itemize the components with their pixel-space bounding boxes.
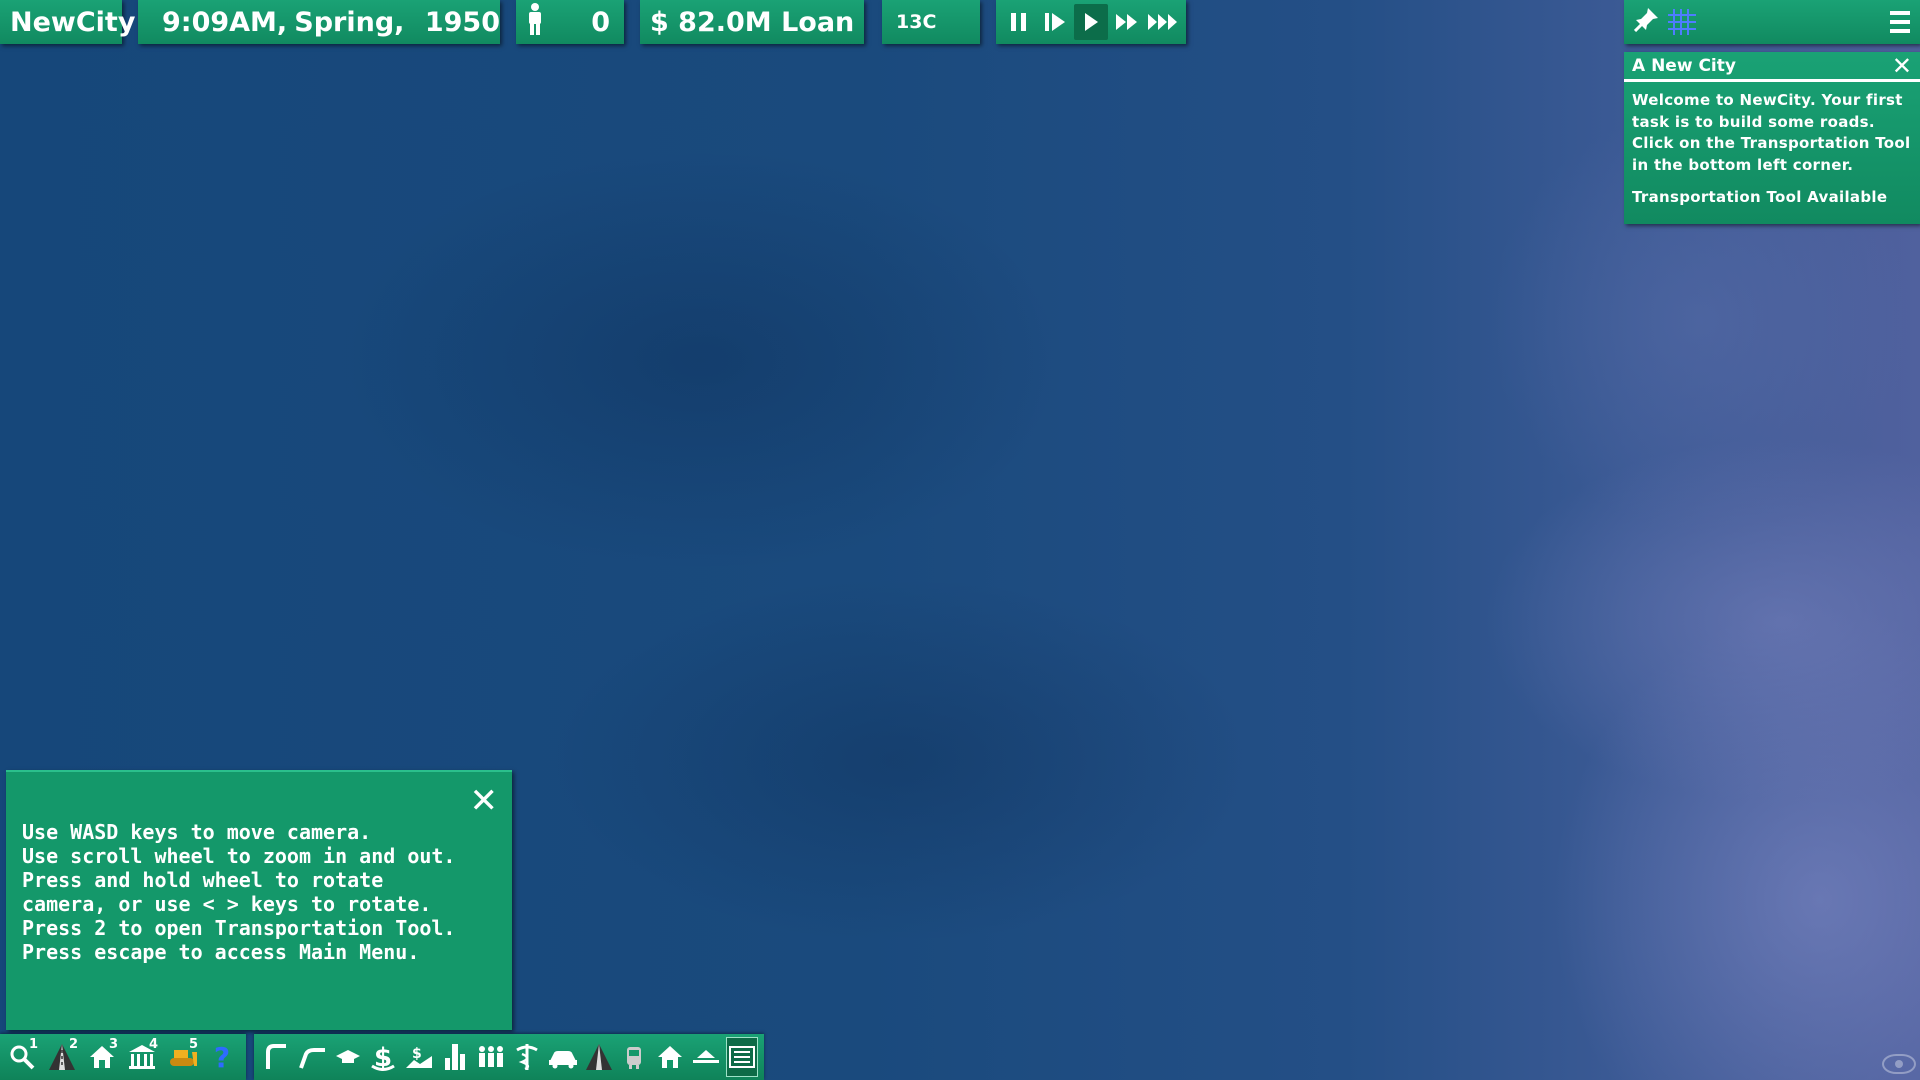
hotkey-label: 4 — [148, 1037, 158, 1052]
top-right-toolbar — [1624, 0, 1920, 44]
play-button[interactable] — [1074, 4, 1108, 40]
query-tool-icon[interactable]: 1 — [4, 1037, 40, 1077]
fast-forward-button[interactable] — [1110, 4, 1144, 40]
temperature-label: 13C — [896, 11, 937, 33]
density-icon[interactable] — [439, 1037, 471, 1077]
housing-icon[interactable] — [654, 1037, 686, 1077]
year-label: 1950 — [424, 6, 500, 38]
population-count: 0 — [591, 6, 610, 38]
flood-icon[interactable] — [690, 1037, 722, 1077]
primary-toolbar: 1 2 3 4 5 ? — [0, 1034, 246, 1080]
menu-icon[interactable] — [1890, 11, 1910, 33]
health-icon[interactable] — [511, 1037, 543, 1077]
notification-header: A New City ✕ — [1624, 52, 1920, 82]
speed-controls — [996, 0, 1186, 44]
close-icon[interactable]: ✕ — [470, 784, 499, 818]
time-label: 9:09AM, — [162, 6, 288, 38]
hotkey-label: 5 — [188, 1037, 198, 1052]
notification-body: Welcome to NewCity. Your first task is t… — [1632, 91, 1911, 174]
land-value-icon[interactable]: $ — [403, 1037, 435, 1077]
expressway-icon[interactable] — [296, 1037, 328, 1077]
help-panel: ✕ Use WASD keys to move camera. Use scro… — [6, 770, 512, 1030]
notification-panel: A New City ✕ Welcome to NewCity. Your fi… — [1624, 52, 1920, 224]
amenities-tool-icon[interactable]: 4 — [124, 1037, 160, 1077]
help-text: Use WASD keys to move camera. Use scroll… — [22, 820, 456, 964]
budget-display[interactable]: $ 82.0M Loan — [640, 0, 864, 44]
help-icon[interactable]: ? — [204, 1037, 240, 1077]
person-icon — [526, 2, 544, 42]
money-label: $ 82.0M Loan — [650, 6, 855, 38]
transportation-tool-icon[interactable]: 2 — [44, 1037, 80, 1077]
city-name[interactable]: NewCity — [0, 0, 135, 44]
transit-icon[interactable] — [618, 1037, 650, 1077]
close-icon[interactable]: ✕ — [1892, 54, 1912, 78]
education-icon[interactable] — [332, 1037, 364, 1077]
data-overlay-toolbar: $ $ — [254, 1034, 764, 1080]
traffic-icon[interactable] — [547, 1037, 579, 1077]
hotkey-label: 1 — [28, 1037, 38, 1052]
road-map-icon[interactable] — [583, 1037, 615, 1077]
population-icon[interactable] — [475, 1037, 507, 1077]
news-icon[interactable] — [725, 1037, 758, 1077]
weather-display[interactable]: 13C — [882, 0, 980, 44]
city-name-label: NewCity — [10, 6, 136, 38]
bulldozer-tool-icon[interactable]: 5 — [164, 1037, 200, 1077]
step-button[interactable] — [1038, 4, 1072, 40]
road-icon[interactable] — [260, 1037, 292, 1077]
fastest-button[interactable] — [1146, 4, 1180, 40]
pause-button[interactable] — [1002, 4, 1036, 40]
hotkey-label: 2 — [68, 1037, 78, 1052]
season-label: Spring, — [294, 6, 405, 38]
hotkey-label: 3 — [108, 1037, 118, 1052]
grid-icon[interactable] — [1668, 9, 1696, 35]
pin-icon[interactable] — [1633, 6, 1660, 38]
notification-title: A New City — [1632, 55, 1736, 76]
date-time-display[interactable]: 9:09AM, Spring, 1950 — [138, 0, 500, 44]
budget-icon[interactable]: $ — [367, 1037, 399, 1077]
svg-text:$: $ — [412, 1046, 422, 1062]
notification-footer: Transportation Tool Available — [1632, 188, 1888, 206]
population-display[interactable]: 0 — [516, 0, 624, 44]
eye-icon[interactable] — [1882, 1054, 1916, 1074]
zoning-tool-icon[interactable]: 3 — [84, 1037, 120, 1077]
